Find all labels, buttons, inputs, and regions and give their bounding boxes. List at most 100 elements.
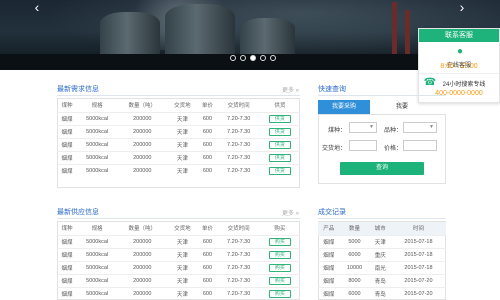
cell: 烟煤 [57,234,78,248]
cell: 2015-07-18 [390,260,446,274]
supply-button[interactable]: 供货 [268,166,291,175]
banner-dot[interactable] [240,55,246,61]
customer-service-panel: 联系客服 ● 在线客服 ☎ 24小时搜索专线 400-0000-0000 8:0… [418,28,500,103]
banner-dot[interactable] [230,55,236,61]
cell: 7.20-7.30 [217,260,260,274]
table-row: 烟煤 5000kcal 200000 天津 600 7.20-7.30 购买 [57,286,300,300]
cell: 天津 [167,163,198,177]
supply-more-link[interactable]: 更多 » [282,208,299,217]
cell: 供货 [259,124,300,138]
cell: 烟煤 [318,286,340,300]
cell: 购买 [259,234,300,248]
cell: 200000 [117,286,168,300]
buy-button[interactable]: 购买 [268,237,291,246]
coal-type-select[interactable]: ▼ [349,122,377,133]
cell: 2015-07-18 [390,234,446,248]
banner-dot[interactable] [270,55,276,61]
cell: 600 [197,273,218,287]
cell: 5000kcal [77,111,118,125]
supply-button[interactable]: 供货 [268,114,291,123]
divider [318,95,446,96]
buy-button[interactable]: 购买 [268,263,291,272]
banner-dot-active[interactable] [250,55,256,61]
cell: 5000kcal [77,234,118,248]
col-header: 煤种 [61,103,73,110]
demand-more-link[interactable]: 更多 » [282,85,299,94]
buy-button[interactable]: 购买 [268,276,291,285]
cell: 供货 [259,111,300,125]
cell: 7.20-7.30 [217,137,260,151]
table-row: 烟煤 5000kcal 200000 天津 600 7.20-7.30 购买 [57,273,300,287]
cell: 5000kcal [77,163,118,177]
supply-button[interactable]: 供货 [268,153,291,162]
table-row: 烟煤 5000kcal 200000 天津 600 7.20-7.30 供货 [57,137,300,151]
tab-buy[interactable]: 我要采购 [318,100,370,114]
banner-next-arrow[interactable]: › [455,0,469,14]
col-header: 数量（吨） [128,226,157,233]
col-header: 数量 [348,226,360,233]
cell: 5000kcal [77,260,118,274]
quick-search-tabs: 我要采购 我要 [318,100,436,114]
cell: 供货 [259,150,300,164]
cell: 10000 [339,260,370,274]
cell: 烟煤 [57,111,78,125]
cell: 烟煤 [57,260,78,274]
search-button[interactable]: 查询 [340,162,424,175]
banner-prev-arrow[interactable]: ‹ [30,0,44,14]
table-row: 烟煤 5000kcal 200000 天津 600 7.20-7.30 供货 [57,124,300,138]
cell: 5000kcal [77,286,118,300]
quick-search-title: 快速查询 [318,86,346,93]
cell: 7.20-7.30 [217,163,260,177]
cell: 600 [197,286,218,300]
hotline-label: 24小时搜索专线 [442,82,486,88]
col-header: 煤种 [61,226,73,233]
col-header: 单价 [201,103,213,110]
cell: 200000 [117,247,168,261]
table-row: 烟煤 5000kcal 200000 天津 600 7.20-7.30 购买 [57,260,300,274]
cell: 烟煤 [57,163,78,177]
cell: 600 [197,150,218,164]
cell: 600 [197,111,218,125]
cell: 200000 [117,163,168,177]
buy-button[interactable]: 购买 [268,250,291,259]
buy-button[interactable]: 购买 [268,289,291,298]
supply-button[interactable]: 供货 [268,140,291,149]
service-title: 联系客服 [419,29,499,42]
cell: 烟煤 [57,273,78,287]
supply-button[interactable]: 供货 [268,127,291,136]
banner-dot[interactable] [260,55,266,61]
cell: 青岛 [369,273,391,287]
table-row: 烟煤 6000 青岛 2015-07-20 [318,286,446,300]
cell: 6000 [339,247,370,261]
banner-pagination [230,55,276,61]
cell: 天津 [167,137,198,151]
price-input[interactable] [403,140,437,151]
cell: 200000 [117,273,168,287]
cell: 6000 [339,286,370,300]
cell: 天津 [167,286,198,300]
cell: 天津 [167,273,198,287]
col-header: 单价 [201,226,213,233]
chevron-down-icon: ▼ [429,124,434,130]
chevron-down-icon: ▼ [369,124,374,130]
cell: 200000 [117,234,168,248]
cell: 天津 [167,111,198,125]
col-header: 购买 [274,226,286,233]
cell: 8000 [339,273,370,287]
cell: 200000 [117,124,168,138]
col-header: 数量（吨） [128,103,157,110]
col-header: 交货地 [174,226,191,233]
cell: 7.20-7.30 [217,286,260,300]
cell: 7.20-7.30 [217,150,260,164]
grade-select[interactable]: ▼ [403,122,437,133]
col-header: 供货 [274,103,286,110]
delivery-place-input[interactable] [349,140,377,151]
cell: 5000kcal [77,124,118,138]
cell: 600 [197,234,218,248]
deals-table: 产品 数量 城市 时间 烟煤 5000 天津 2015-07-18 烟煤 600… [318,222,446,300]
tab-sell[interactable]: 我要 [370,100,420,114]
divider [318,218,446,219]
col-header: 交货地 [174,103,191,110]
table-row: 烟煤 5000kcal 200000 天津 600 7.20-7.30 购买 [57,234,300,248]
col-header: 交货时间 [227,226,250,233]
